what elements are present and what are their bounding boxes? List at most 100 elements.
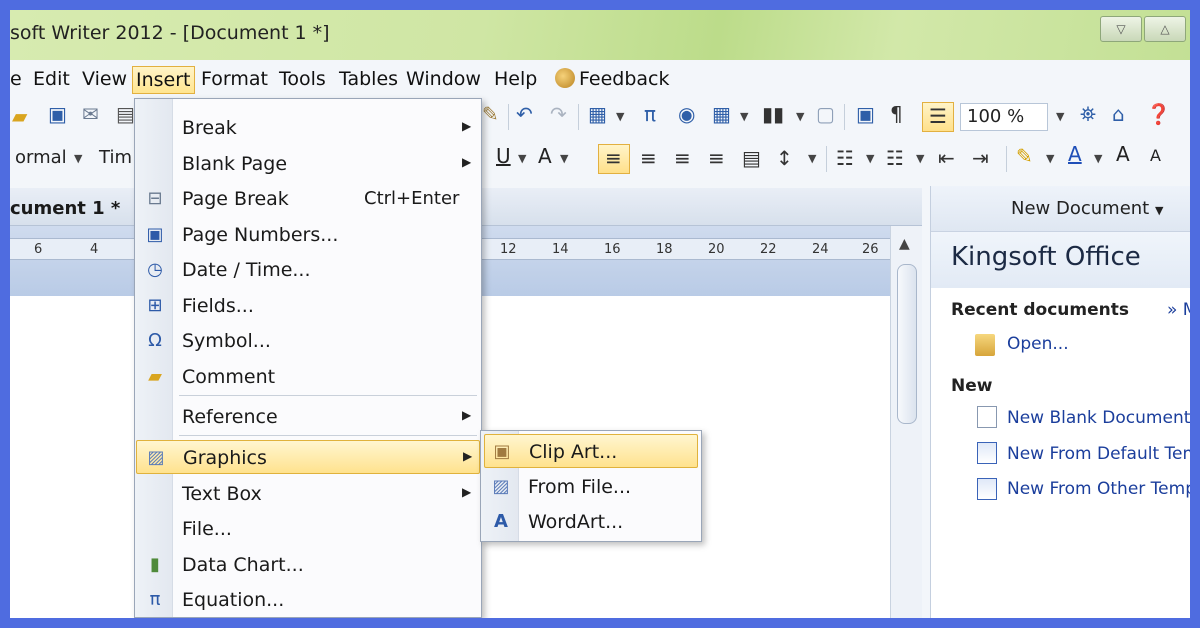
chevron-down-icon[interactable]: ▼ [916, 152, 924, 165]
new-from-other-template-link[interactable]: New From Other Temp [1007, 479, 1190, 499]
menu-tables[interactable]: Tables [336, 66, 401, 92]
save-icon[interactable]: ▣ [48, 102, 67, 126]
menu-item-fields[interactable]: ⊞ Fields... [136, 289, 480, 323]
paragraph-mark-icon[interactable]: ¶ [890, 102, 903, 126]
style-combo[interactable]: ormal [10, 144, 84, 172]
open-link[interactable]: Open... [1007, 334, 1069, 354]
menu-window[interactable]: Window [403, 66, 484, 92]
font-color-icon[interactable]: A [1068, 142, 1082, 166]
minimize-button[interactable]: ▽ [1100, 16, 1142, 42]
menu-item-label: From File... [528, 476, 632, 498]
underline-icon[interactable]: U [496, 144, 511, 168]
scroll-up-icon[interactable]: ▲ [899, 236, 910, 252]
align-right-icon[interactable]: ≡ [674, 146, 691, 170]
menu-item-break[interactable]: Break ▶ [136, 111, 480, 145]
menu-item-comment[interactable]: ▰ Comment [136, 360, 480, 394]
chevron-down-icon[interactable]: ▼ [740, 110, 748, 123]
menu-help[interactable]: Help [491, 66, 540, 92]
chevron-down-icon[interactable]: ▼ [808, 152, 816, 165]
format-painter-icon[interactable]: ✎ [482, 102, 499, 126]
highlighter-icon[interactable]: ✎ [1016, 144, 1033, 168]
zoom-combo[interactable]: 100 % [960, 103, 1048, 131]
numbered-list-icon[interactable]: ☷ [836, 146, 854, 170]
graphics-icon: ▨ [147, 447, 165, 468]
feedback-button[interactable]: Feedback [552, 66, 672, 92]
menu-item-blank-page[interactable]: Blank Page ▶ [136, 147, 480, 181]
document-tab[interactable]: cument 1 * [10, 198, 120, 219]
new-blank-document-link[interactable]: New Blank Document [1007, 408, 1190, 428]
menu-insert[interactable]: Insert [132, 66, 195, 94]
menu-edit[interactable]: Edit [30, 66, 73, 92]
window-title: soft Writer 2012 - [Document 1 *] [10, 22, 330, 44]
chevron-down-icon[interactable]: ▼ [1046, 152, 1054, 165]
new-from-default-template-link[interactable]: New From Default Tem [1007, 444, 1190, 464]
menu-item-wordart[interactable]: A WordArt... [484, 505, 698, 539]
chevron-down-icon[interactable]: ▼ [616, 110, 624, 123]
binoculars-icon[interactable]: ⛯ [1080, 102, 1096, 126]
frame-icon[interactable]: ▢ [816, 102, 835, 126]
picture-icon: ▨ [492, 476, 510, 497]
redo-icon[interactable]: ↷ [550, 102, 567, 126]
menu-item-date-time[interactable]: ◷ Date / Time... [136, 253, 480, 287]
chevron-down-icon[interactable]: ▼ [1056, 110, 1064, 123]
date-time-icon: ◷ [147, 259, 163, 280]
menu-item-clip-art[interactable]: ▣ Clip Art... [484, 434, 698, 468]
undo-icon[interactable]: ↶ [516, 102, 533, 126]
pi-icon[interactable]: π [644, 102, 656, 126]
vertical-scrollbar[interactable]: ▲ [890, 226, 922, 618]
ruler-tick: 6 [34, 242, 43, 257]
font-combo[interactable]: Tim [92, 144, 136, 172]
chevron-down-icon[interactable]: ▼ [796, 110, 804, 123]
menu-item-reference[interactable]: Reference ▶ [136, 400, 480, 434]
menu-item-from-file[interactable]: ▨ From File... [484, 470, 698, 504]
menu-item-page-break[interactable]: ⊟ Page Break Ctrl+Enter [136, 182, 480, 216]
chevron-down-icon[interactable]: ▼ [560, 152, 568, 165]
menu-tools[interactable]: Tools [276, 66, 329, 92]
more-link[interactable]: » M [1167, 300, 1190, 320]
shrink-font-icon[interactable]: A [1150, 146, 1161, 165]
insert-chart-icon[interactable]: ▦ [588, 102, 607, 126]
menu-view[interactable]: View [79, 66, 130, 92]
menu-item-text-box[interactable]: Text Box ▶ [136, 477, 480, 511]
chevron-down-icon[interactable]: ▼ [866, 152, 874, 165]
menu-item-label: Graphics [183, 447, 267, 469]
globe-icon[interactable]: ◉ [678, 102, 695, 126]
menu-item-label: Symbol... [182, 330, 271, 352]
chevron-down-icon[interactable]: ▼ [518, 152, 526, 165]
distribute-icon[interactable]: ▤ [742, 146, 761, 170]
menu-item-symbol[interactable]: Ω Symbol... [136, 324, 480, 358]
line-spacing-icon[interactable]: ↕ [776, 146, 793, 170]
print-icon[interactable]: ▤ [116, 102, 135, 126]
menu-file[interactable]: e [10, 66, 25, 92]
scroll-thumb[interactable] [897, 264, 917, 424]
table-icon[interactable]: ▦ [712, 102, 731, 126]
template-icon [977, 478, 997, 500]
align-left-icon: ≡ [605, 146, 622, 170]
preview-icon[interactable]: ▣ [856, 102, 875, 126]
decrease-indent-icon[interactable]: ⇤ [938, 146, 955, 170]
bulleted-list-icon[interactable]: ☷ [886, 146, 904, 170]
submenu-arrow-icon: ▶ [463, 449, 473, 463]
justify-icon[interactable]: ≡ [708, 146, 725, 170]
email-icon[interactable]: ✉ [82, 102, 99, 126]
grow-font-icon[interactable]: A [1116, 142, 1130, 166]
menu-item-data-chart[interactable]: ▮ Data Chart... [136, 548, 480, 582]
ruler-tick: 12 [500, 242, 517, 257]
restore-button[interactable]: △ [1144, 16, 1186, 42]
menu-item-equation[interactable]: π Equation... [136, 583, 480, 617]
menu-item-label: WordArt... [528, 511, 624, 533]
align-center-icon[interactable]: ≡ [640, 146, 657, 170]
menu-item-page-numbers[interactable]: ▣ Page Numbers... [136, 218, 480, 252]
help-icon[interactable]: ❓ [1146, 102, 1171, 126]
highlight-text-icon[interactable]: A [538, 144, 552, 168]
columns-icon[interactable]: ▮▮ [762, 102, 784, 126]
menu-item-file[interactable]: File... [136, 512, 480, 546]
menu-format[interactable]: Format [198, 66, 271, 92]
chevron-down-icon[interactable]: ▼ [1094, 152, 1102, 165]
menu-item-graphics[interactable]: ▨ Graphics ▶ [136, 440, 480, 474]
chevron-down-icon[interactable]: ▼ [74, 152, 82, 165]
increase-indent-icon[interactable]: ⇥ [972, 146, 989, 170]
open-folder-icon[interactable]: ▰ [12, 104, 27, 128]
task-pane-header[interactable]: New Document ▼ [931, 186, 1190, 232]
home-icon[interactable]: ⌂ [1112, 102, 1125, 126]
